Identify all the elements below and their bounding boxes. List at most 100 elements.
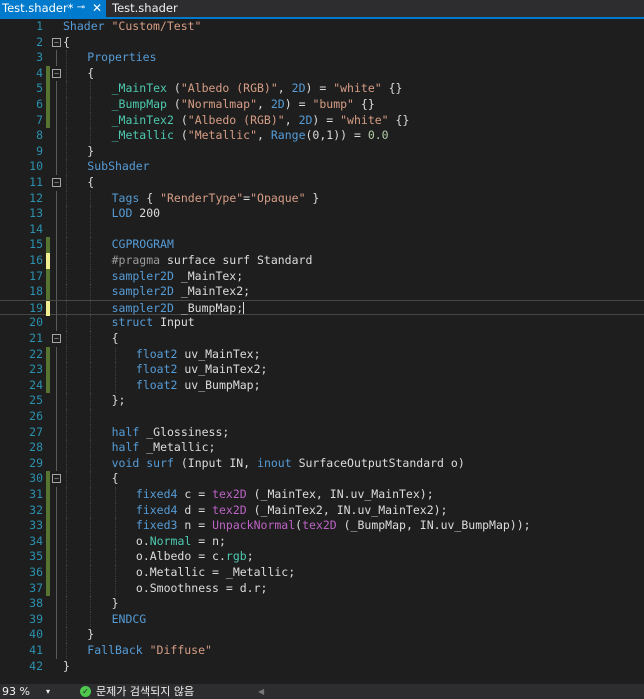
code-text[interactable]: half _Glossiness; — [112, 425, 230, 441]
code-line[interactable]: 11− { — [0, 175, 644, 191]
code-line[interactable]: 38} — [0, 596, 644, 612]
code-line[interactable]: 30− { — [0, 471, 644, 487]
code-text[interactable]: float2 uv_MainTex2; — [136, 362, 268, 378]
tab-test-shader-active[interactable]: Test.shader* ⊸ ✕ — [0, 0, 106, 17]
code-text[interactable]: _Metallic ("Metallic", Range(0,1)) = 0.0 — [112, 128, 389, 144]
code-line[interactable]: 25}; — [0, 393, 644, 409]
code-text[interactable]: float2 uv_BumpMap; — [136, 378, 261, 394]
code-line[interactable]: 27 half _Glossiness; — [0, 424, 644, 441]
code-text[interactable]: Properties — [87, 50, 156, 66]
saved-change-marker — [46, 487, 50, 503]
close-icon[interactable]: ✕ — [90, 0, 104, 16]
code-text[interactable]: } — [87, 627, 94, 643]
code-text[interactable]: sampler2D _MainTex; — [112, 269, 244, 285]
pin-icon[interactable]: ⊸ — [74, 0, 88, 16]
code-line[interactable]: 34 o.Normal = n; — [0, 533, 644, 550]
code-line[interactable]: 8 _Metallic ("Metallic", Range(0,1)) = 0.… — [0, 128, 644, 144]
code-line[interactable]: 31 fixed4 c = tex2D (_MainTex, IN.uv_Main… — [0, 487, 644, 503]
code-line[interactable]: 26 — [0, 409, 644, 425]
code-line[interactable]: 41 FallBack "Diffuse" — [0, 643, 644, 659]
code-text[interactable]: { — [63, 35, 70, 51]
code-text[interactable]: Tags { "RenderType"="Opaque" } — [112, 191, 320, 207]
check-icon[interactable]: ✓ — [80, 686, 91, 697]
code-text[interactable]: float2 uv_MainTex; — [136, 347, 261, 363]
code-line[interactable]: 39 ENDCG — [0, 611, 644, 628]
code-text[interactable]: } — [63, 659, 70, 675]
code-text[interactable]: sampler2D _MainTex2; — [112, 284, 250, 300]
code-editor[interactable]: 1 Shader "Custom/Test" 2−{3 Properties 4−{5 _… — [0, 19, 644, 684]
code-line[interactable]: 10 SubShader — [0, 159, 644, 175]
code-text[interactable]: fixed3 n = UnpackNormal(tex2D (_BumpMap,… — [136, 518, 531, 534]
code-line[interactable]: 20 struct Input — [0, 315, 644, 331]
code-line[interactable]: 23 float2 uv_MainTex2; — [0, 362, 644, 378]
code-line[interactable]: 42} — [0, 659, 644, 675]
code-text[interactable]: { — [87, 175, 94, 191]
code-line[interactable]: 33 fixed3 n = UnpackNormal(tex2D (_BumpMa… — [0, 518, 644, 534]
code-line[interactable]: 24 float2 uv_BumpMap; — [0, 377, 644, 394]
code-line[interactable]: 9} — [0, 143, 644, 160]
code-text[interactable]: }; — [112, 393, 126, 409]
code-line[interactable]: 1 Shader "Custom/Test" — [0, 19, 644, 35]
collapse-icon[interactable]: − — [52, 68, 61, 78]
code-line[interactable]: 14 — [0, 221, 644, 238]
code-text[interactable]: SubShader — [87, 159, 149, 175]
code-text[interactable]: #pragma surface surf Standard — [112, 253, 313, 269]
code-text[interactable]: FallBack "Diffuse" — [87, 643, 212, 659]
code-line[interactable]: 35 o.Albedo = c.rgb; — [0, 549, 644, 565]
zoom-level[interactable]: 93 % — [2, 684, 30, 699]
tab-test-shader[interactable]: Test.shader — [112, 0, 178, 17]
code-text[interactable]: CGPROGRAM — [112, 237, 174, 253]
code-line[interactable]: 2−{ — [0, 35, 644, 51]
collapse-icon[interactable]: − — [52, 474, 61, 484]
scroll-left-icon[interactable]: ◀ — [258, 684, 264, 699]
code-text[interactable]: o.Smoothness = d.r; — [136, 581, 268, 597]
code-text[interactable]: { — [112, 471, 119, 487]
code-line[interactable]: 13 LOD 200 — [0, 206, 644, 222]
code-line[interactable]: 6 _BumpMap ("Normalmap", 2D) = "bump" {} — [0, 97, 644, 113]
code-token: 0.0 — [367, 128, 389, 143]
collapse-icon[interactable]: − — [52, 178, 61, 187]
collapse-icon[interactable]: − — [52, 37, 61, 47]
code-line[interactable]: 7 _MainTex2 ("Albedo (RGB)", 2D) = "white… — [0, 112, 644, 129]
code-text[interactable]: LOD 200 — [112, 206, 160, 222]
code-text[interactable]: _MainTex2 ("Albedo (RGB)", 2D) = "white"… — [112, 113, 410, 129]
code-line[interactable]: 37 o.Smoothness = d.r; — [0, 580, 644, 597]
code-line[interactable]: 15 CGPROGRAM — [0, 237, 644, 253]
indent-guide — [66, 300, 67, 317]
code-text[interactable]: void surf (Input IN, inout SurfaceOutput… — [112, 456, 465, 472]
code-line[interactable]: 36 o.Metallic = _Metallic; — [0, 565, 644, 581]
code-text[interactable]: { — [112, 331, 119, 347]
code-line[interactable]: 16 #pragma surface surf Standard — [0, 253, 644, 269]
code-text[interactable]: { — [87, 66, 94, 82]
code-text[interactable]: o.Metallic = _Metallic; — [136, 565, 295, 581]
code-text[interactable]: } — [112, 596, 119, 612]
code-line[interactable]: 29 void surf (Input IN, inout SurfaceOutp… — [0, 455, 644, 472]
collapse-icon[interactable]: − — [52, 334, 61, 343]
code-text[interactable]: _MainTex ("Albedo (RGB)", 2D) = "white" … — [112, 81, 403, 97]
code-line[interactable]: 18 sampler2D _MainTex2; — [0, 284, 644, 300]
code-text[interactable]: sampler2D _BumpMap; — [112, 301, 245, 317]
code-line[interactable]: 21− { — [0, 331, 644, 347]
code-text[interactable]: _BumpMap ("Normalmap", 2D) = "bump" {} — [112, 97, 375, 113]
code-line[interactable]: 28 half _Metallic; — [0, 440, 644, 456]
code-text[interactable]: } — [87, 144, 94, 160]
code-line[interactable]: 40} — [0, 627, 644, 643]
code-text[interactable]: fixed4 c = tex2D (_MainTex, IN.uv_MainTe… — [136, 487, 434, 503]
code-line[interactable]: 22 float2 uv_MainTex; — [0, 346, 644, 363]
code-text[interactable]: fixed4 d = tex2D (_MainTex2, IN.uv_MainT… — [136, 503, 448, 519]
issues-status[interactable]: 문제가 검색되지 않음 — [96, 684, 194, 699]
code-line[interactable]: 17 sampler2D _MainTex; — [0, 268, 644, 285]
code-line[interactable]: 5 _MainTex ("Albedo (RGB)", 2D) = "white"… — [0, 81, 644, 97]
code-text[interactable]: o.Albedo = c.rgb; — [136, 549, 254, 565]
code-text[interactable]: Shader "Custom/Test" — [63, 19, 201, 35]
code-text[interactable]: struct Input — [112, 315, 195, 331]
code-text[interactable]: half _Metallic; — [112, 440, 216, 456]
code-text[interactable]: ENDCG — [112, 612, 147, 628]
code-line[interactable]: 32 fixed4 d = tex2D (_MainTex2, IN.uv_Mai… — [0, 502, 644, 519]
code-line[interactable]: 4− { — [0, 65, 644, 82]
chevron-down-icon[interactable]: ▾ — [46, 684, 50, 699]
code-line[interactable]: 19 sampler2D _BumpMap; — [0, 299, 644, 317]
code-text[interactable]: o.Normal = n; — [136, 534, 226, 550]
code-line[interactable]: 3 Properties — [0, 50, 644, 66]
code-line[interactable]: 12 Tags { "RenderType"="Opaque" } — [0, 190, 644, 207]
